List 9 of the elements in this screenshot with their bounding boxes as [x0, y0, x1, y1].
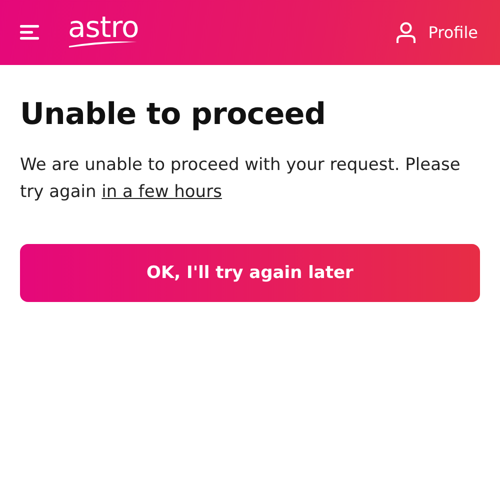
profile-link[interactable]: Profile	[396, 22, 478, 44]
ok-button[interactable]: OK, I'll try again later	[20, 244, 480, 302]
user-icon	[396, 22, 416, 44]
menu-icon	[20, 24, 40, 40]
page-title: Unable to proceed	[20, 97, 327, 132]
menu-button[interactable]	[20, 24, 42, 42]
logo-link[interactable]: astro	[68, 14, 139, 48]
hours-link[interactable]: in a few hours	[102, 182, 222, 202]
message-text: We are unable to proceed with your request. Please try again in a few hours	[20, 154, 462, 204]
